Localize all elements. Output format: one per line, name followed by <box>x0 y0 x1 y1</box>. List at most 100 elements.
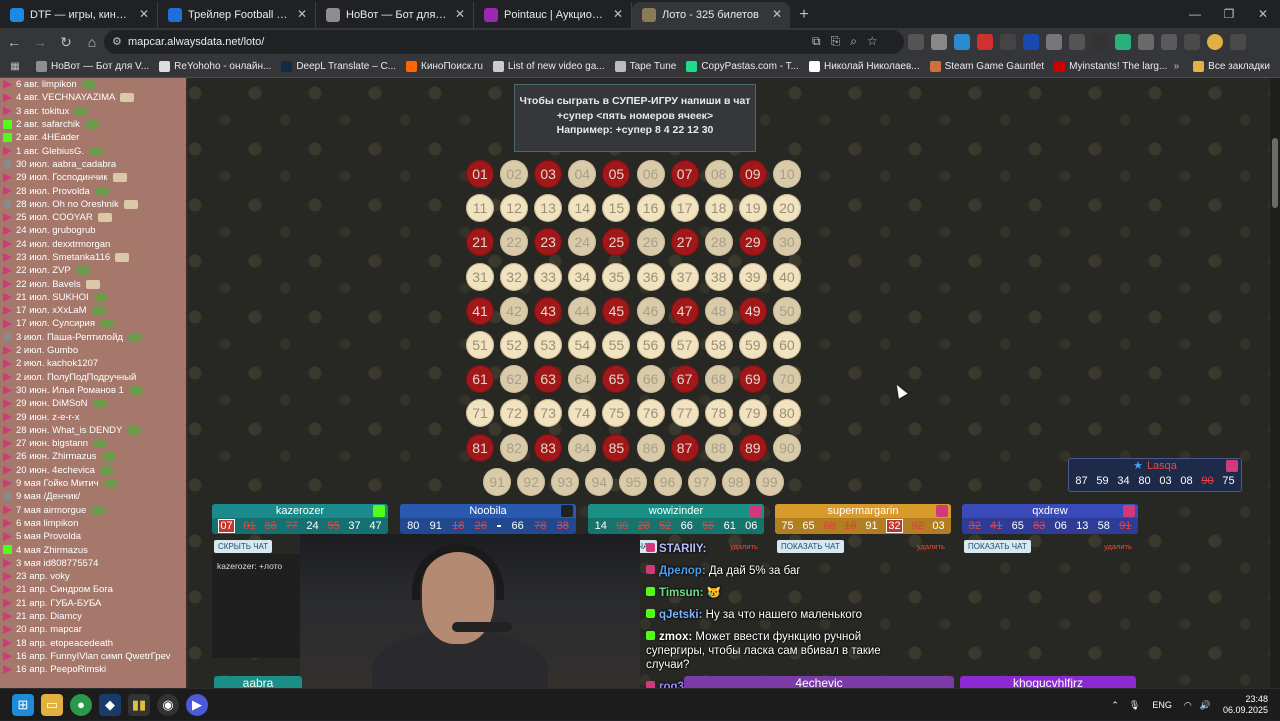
chat-nick: STARIIY: <box>659 543 707 555</box>
ticket-number: 32 <box>886 519 903 533</box>
install-icon[interactable]: ⧉ <box>812 34 821 49</box>
extension-icon[interactable] <box>1000 34 1016 50</box>
bookmark[interactable]: Tape Tune <box>614 61 676 72</box>
bookmark[interactable]: ReYohoho - онлайн... <box>159 61 271 72</box>
ticket-number: 28 <box>637 520 650 532</box>
tab[interactable]: НоВот — Бот для VK Video ✕ <box>316 2 474 28</box>
delete-player-button[interactable]: удалить <box>1104 542 1132 551</box>
bookmark[interactable]: Steam Game Gauntlet <box>929 61 1044 72</box>
winner-row: 23 июл. Smetanka116 <box>0 251 186 264</box>
platform-icon <box>3 585 12 595</box>
loto-ball: 93 <box>551 467 580 496</box>
page-scrollbar[interactable] <box>1270 78 1280 688</box>
platform-icon <box>3 332 12 342</box>
menu-icon[interactable] <box>1230 34 1246 50</box>
tab[interactable]: Лото - 325 билетов ✕ <box>632 2 790 28</box>
extension-icon[interactable] <box>977 34 993 50</box>
tab-close-icon[interactable]: ✕ <box>772 7 782 21</box>
reading-list-icon[interactable] <box>1184 34 1200 50</box>
winner-text: 16 апр. FunnyIVlan симп QwetrГрev <box>16 650 171 662</box>
winner-text: 24 июл. dexxtrmorgan <box>16 238 111 250</box>
zoom-icon[interactable]: ⌕ <box>850 34 857 49</box>
ticket-number: 26 <box>474 520 487 532</box>
restore-icon[interactable]: ❐ <box>1212 0 1246 28</box>
tab-close-icon[interactable]: ✕ <box>297 7 307 21</box>
puzzle-icon[interactable] <box>1161 34 1177 50</box>
extension-icon[interactable] <box>954 34 970 50</box>
back-icon[interactable]: ← <box>2 30 26 54</box>
volume-icon[interactable]: 🔊 <box>1200 700 1211 711</box>
platform-icon <box>3 239 12 249</box>
site-info-icon[interactable]: ⚙ <box>112 35 122 48</box>
extension-icon[interactable] <box>931 34 947 50</box>
chrome-icon[interactable]: ● <box>70 693 92 716</box>
scroll-thumb[interactable] <box>1272 138 1278 208</box>
ticket-numbers: 80 91 18 26 66 78 38 <box>400 518 576 534</box>
new-tab-button[interactable]: + <box>790 2 818 28</box>
close-window-icon[interactable]: ✕ <box>1246 0 1280 28</box>
extension-icon[interactable] <box>908 34 924 50</box>
winner-text: 22 июл. ZVP <box>16 265 71 277</box>
bookmark[interactable]: Николай Николаев... <box>808 61 920 72</box>
bookmarks-overflow-icon[interactable]: » <box>1174 61 1180 72</box>
emote-icon <box>93 292 108 302</box>
reload-icon[interactable]: ↻ <box>54 30 78 54</box>
platform-icon <box>3 252 12 262</box>
clock[interactable]: 23:48 06.09.2025 <box>1223 694 1268 716</box>
address-bar[interactable]: ⚙ mapcar.alwaysdata.net/loto/ <box>104 30 904 54</box>
ticket-number: 55 <box>702 520 715 532</box>
minimize-icon[interactable]: — <box>1178 0 1212 28</box>
toggle-chat-button[interactable]: СКРЫТЬ ЧАТ <box>214 540 273 553</box>
platform-icon <box>3 199 12 209</box>
windows-start-icon[interactable]: ⊞ <box>12 693 34 716</box>
bookmark[interactable]: Myinstants! The larg... <box>1054 61 1167 72</box>
obs-icon[interactable]: ◉ <box>157 693 179 716</box>
winner-text: 28 июл. Provolda <box>16 185 90 197</box>
bookmark[interactable]: List of new video ga... <box>492 61 605 72</box>
bookmark[interactable]: КиноПоиск.ru <box>406 61 483 72</box>
avatar[interactable] <box>1207 34 1223 50</box>
winner-text: 17 июл. xXxLaM <box>16 305 87 317</box>
emote-icon <box>100 319 114 329</box>
all-bookmarks[interactable]: Все закладки <box>1193 61 1270 72</box>
file-explorer-icon[interactable]: ▭ <box>41 693 63 716</box>
winner-row: 22 июл. Bavels <box>0 277 186 290</box>
forward-icon[interactable]: → <box>28 30 52 54</box>
tab-close-icon[interactable]: ✕ <box>139 7 149 21</box>
microphone-icon[interactable]: 🎙 <box>1129 700 1140 711</box>
steam-icon[interactable]: ◆ <box>99 693 121 716</box>
chevron-up-icon[interactable]: ⌃ <box>1111 700 1119 711</box>
extension-icon[interactable] <box>1115 34 1131 50</box>
winner-row: 16 апр. PeepoRimski <box>0 663 186 676</box>
bookmark[interactable]: НоВот — Бот для V... <box>36 61 149 72</box>
bookmark-favicon-icon <box>808 61 820 72</box>
home-icon[interactable]: ⌂ <box>80 30 104 54</box>
toggle-chat-button[interactable]: ПОКАЗАТЬ ЧАТ <box>964 540 1031 553</box>
extension-icon[interactable] <box>1138 34 1154 50</box>
extension-icon[interactable] <box>1046 34 1062 50</box>
extension-icon[interactable] <box>1092 34 1108 50</box>
bookmark[interactable]: DeepL Translate – C... <box>281 61 396 72</box>
ticket-number: 18 <box>452 520 465 532</box>
loto-ball: 99 <box>755 467 784 496</box>
tab[interactable]: Pointauc | Аукцион для стрим ✕ <box>474 2 632 28</box>
loto-board: 01 02 03 04 05 06 07 08 09 10 11 12 13 14 15 16 17 18 19 20… <box>466 160 808 500</box>
app-icon[interactable]: ▶ <box>186 693 208 716</box>
wifi-icon[interactable]: ◠ <box>1184 700 1192 711</box>
language-indicator[interactable]: ENG <box>1152 700 1172 710</box>
bookmark-star-icon[interactable]: ☆ <box>867 34 878 49</box>
delete-player-button[interactable]: удалить <box>917 542 945 551</box>
tab[interactable]: DTF — игры, кино, сериалы, р ✕ <box>0 2 158 28</box>
bookmark[interactable]: CopyPastas.com - T... <box>686 61 799 72</box>
translate-icon[interactable]: ⎘ <box>831 34 841 49</box>
tab-close-icon[interactable]: ✕ <box>455 7 465 21</box>
player-card-lasqa: ★ Lasqa 87 59 34 80 03 08 90 75 <box>1068 458 1242 492</box>
winner-text: 21 апр. Diamcy <box>16 611 82 623</box>
extension-icon[interactable] <box>1023 34 1039 50</box>
app-icon[interactable]: ▮▮ <box>128 693 150 716</box>
player-card: khogucvhlfjrz <box>960 676 1136 688</box>
tab-close-icon[interactable]: ✕ <box>613 7 623 21</box>
extension-icon[interactable] <box>1069 34 1085 50</box>
tab[interactable]: Трейлер Football Manager 26 ✕ <box>158 2 316 28</box>
apps-icon[interactable]: ▦ <box>4 61 26 72</box>
